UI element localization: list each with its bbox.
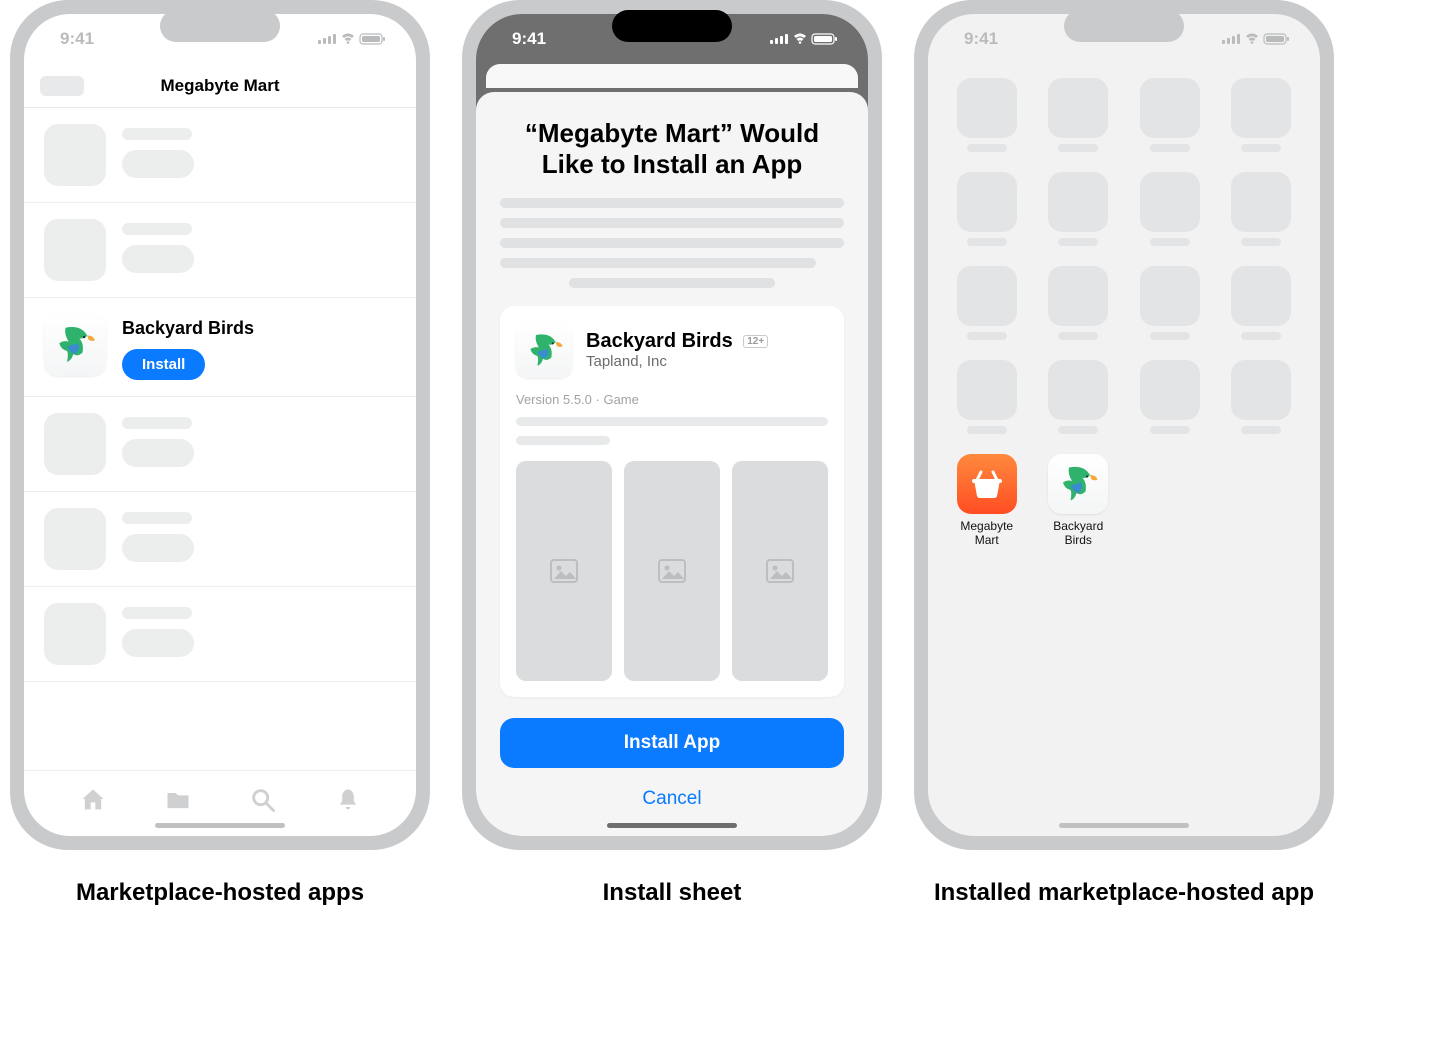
screenshots[interactable] <box>516 461 828 681</box>
home-app-label: Backyard Birds <box>1042 520 1116 548</box>
app-icon-placeholder <box>44 413 106 475</box>
image-icon <box>766 559 794 583</box>
home-app-placeholder[interactable] <box>1133 266 1207 340</box>
status-time: 9:41 <box>512 29 546 49</box>
background-card <box>486 64 858 88</box>
list-item[interactable] <box>24 397 416 492</box>
dynamic-island <box>1064 10 1184 42</box>
dynamic-island <box>612 10 732 42</box>
screenshot-placeholder[interactable] <box>732 461 828 681</box>
home-app-placeholder[interactable] <box>1225 360 1299 434</box>
home-app-megabyte-mart[interactable]: Megabyte Mart <box>950 454 1024 548</box>
list-item[interactable] <box>24 108 416 203</box>
install-button[interactable]: Install <box>122 349 205 380</box>
backyard-birds-icon <box>1048 454 1108 514</box>
status-time: 9:41 <box>964 29 998 49</box>
nav-bar: Megabyte Mart <box>24 64 416 108</box>
megabyte-mart-icon <box>957 454 1017 514</box>
app-title: Backyard Birds <box>122 318 254 339</box>
install-app-button[interactable]: Install App <box>500 718 844 768</box>
image-icon <box>550 559 578 583</box>
app-icon-placeholder <box>44 508 106 570</box>
app-description-placeholder <box>516 417 828 445</box>
home-app-placeholder[interactable] <box>1042 172 1116 246</box>
app-icon-placeholder <box>44 219 106 281</box>
home-app-placeholder[interactable] <box>1042 78 1116 152</box>
app-icon-placeholder <box>44 603 106 665</box>
home-app-label: Megabyte Mart <box>950 520 1024 548</box>
screenshot-placeholder[interactable] <box>516 461 612 681</box>
home-indicator[interactable] <box>1059 823 1189 828</box>
status-icons <box>1222 32 1292 46</box>
nav-title: Megabyte Mart <box>160 76 279 96</box>
app-name: Backyard Birds <box>586 330 733 352</box>
developer: Tapland, Inc <box>586 353 768 370</box>
status-time: 9:41 <box>60 29 94 49</box>
image-icon <box>658 559 686 583</box>
description-placeholder <box>500 198 844 298</box>
age-badge: 12+ <box>743 335 768 348</box>
caption: Installed marketplace-hosted app <box>934 878 1314 908</box>
list-item[interactable] <box>24 203 416 298</box>
home-app-placeholder[interactable] <box>950 266 1024 340</box>
phone-frame-sheet: 9:41 <box>462 0 882 850</box>
list-item[interactable] <box>24 492 416 587</box>
list-item[interactable] <box>24 587 416 682</box>
home-app-placeholder[interactable] <box>950 172 1024 246</box>
home-app-placeholder[interactable] <box>1225 266 1299 340</box>
back-button[interactable] <box>40 76 84 96</box>
home-app-placeholder[interactable] <box>1133 78 1207 152</box>
home-indicator[interactable] <box>607 823 737 828</box>
home-icon[interactable] <box>79 786 107 814</box>
home-screen-grid[interactable]: Megabyte Mart Backyard Birds <box>928 64 1320 548</box>
app-card: Backyard Birds 12+ Tapland, Inc Version … <box>500 306 844 697</box>
home-indicator[interactable] <box>155 823 285 828</box>
cancel-button[interactable]: Cancel <box>500 780 844 818</box>
screenshot-placeholder[interactable] <box>624 461 720 681</box>
home-app-placeholder[interactable] <box>1042 266 1116 340</box>
status-icons <box>770 32 840 46</box>
caption: Marketplace-hosted apps <box>76 878 364 908</box>
home-app-placeholder[interactable] <box>1133 360 1207 434</box>
app-meta: Version 5.5.0 · Game <box>516 392 828 407</box>
home-app-placeholder[interactable] <box>1042 360 1116 434</box>
install-sheet: “Megabyte Mart” Would Like to Install an… <box>476 92 868 836</box>
phone-frame-marketplace: 9:41 <box>10 0 430 850</box>
home-app-placeholder[interactable] <box>1133 172 1207 246</box>
backyard-birds-icon <box>44 314 106 376</box>
sheet-title: “Megabyte Mart” Would Like to Install an… <box>500 118 844 180</box>
list-item-featured[interactable]: Backyard Birds Install <box>24 298 416 397</box>
home-app-backyard-birds[interactable]: Backyard Birds <box>1042 454 1116 548</box>
home-app-placeholder[interactable] <box>950 78 1024 152</box>
home-app-placeholder[interactable] <box>950 360 1024 434</box>
app-list[interactable]: Backyard Birds Install <box>24 108 416 770</box>
basket-icon <box>969 466 1005 502</box>
backyard-birds-icon <box>516 322 572 378</box>
phone-frame-home: 9:41 <box>914 0 1334 850</box>
search-icon[interactable] <box>249 786 277 814</box>
notifications-icon[interactable] <box>334 786 362 814</box>
caption: Install sheet <box>603 878 742 908</box>
browse-icon[interactable] <box>164 786 192 814</box>
home-app-placeholder[interactable] <box>1225 78 1299 152</box>
dynamic-island <box>160 10 280 42</box>
app-icon-placeholder <box>44 124 106 186</box>
status-icons <box>318 32 388 46</box>
home-app-placeholder[interactable] <box>1225 172 1299 246</box>
